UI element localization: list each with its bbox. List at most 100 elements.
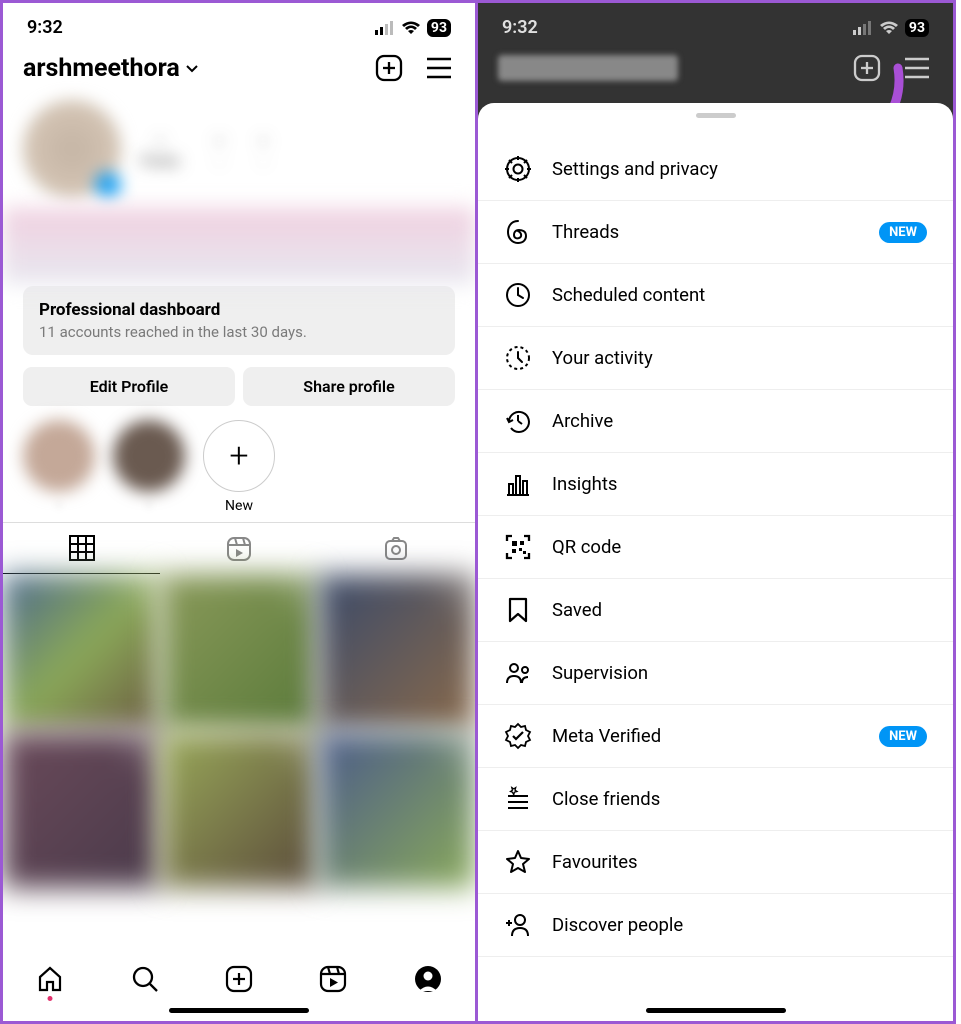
action-buttons: Edit Profile Share profile: [3, 367, 475, 420]
settings-sheet: Settings and privacy Threads NEW Scheduled …: [478, 103, 953, 1021]
following-stat[interactable]: --: [259, 128, 267, 170]
nav-reels[interactable]: [319, 965, 347, 993]
closefriends-icon: [504, 785, 532, 813]
menu-item-star[interactable]: Favourites: [478, 831, 953, 894]
menu-item-verified[interactable]: Meta Verified NEW: [478, 705, 953, 768]
posts-stat[interactable]: -Posts: [141, 128, 179, 170]
tab-grid[interactable]: [3, 523, 160, 574]
post-thumbnail[interactable]: [161, 732, 317, 888]
menu-item-qr[interactable]: QR code: [478, 516, 953, 579]
menu-item-label: Supervision: [552, 662, 648, 684]
hamburger-icon: [426, 57, 452, 79]
create-button[interactable]: [373, 52, 405, 84]
plus-square-icon: [375, 54, 403, 82]
highlights-row: · · +New: [3, 420, 475, 522]
nav-profile[interactable]: [414, 965, 442, 993]
plus-square-icon: [853, 54, 881, 82]
menu-item-insights[interactable]: Insights: [478, 453, 953, 516]
archive-icon: [504, 407, 532, 435]
hamburger-icon: [904, 57, 930, 79]
search-icon: [131, 965, 159, 993]
menu-item-gear[interactable]: Settings and privacy: [478, 138, 953, 201]
home-indicator: [169, 1008, 309, 1013]
stats: -Posts -- --: [141, 128, 455, 170]
battery-badge: 93: [905, 19, 929, 37]
home-icon: [36, 965, 64, 993]
profile-screen: 9:32 93 arshmeethora -Posts -- --: [0, 0, 478, 1024]
wifi-icon: [879, 21, 899, 35]
supervision-icon: [504, 659, 532, 687]
highlight-new[interactable]: +New: [203, 420, 275, 514]
bio-section: [3, 208, 475, 284]
create-button[interactable]: [851, 52, 883, 84]
menu-item-saved[interactable]: Saved: [478, 579, 953, 642]
content-tabs: [3, 522, 475, 574]
menu-item-closefriends[interactable]: Close friends: [478, 768, 953, 831]
insights-icon: [504, 470, 532, 498]
new-badge: NEW: [879, 222, 927, 243]
drag-handle[interactable]: [696, 113, 736, 118]
reels-icon: [226, 536, 252, 562]
tab-tagged[interactable]: [318, 523, 475, 574]
dashboard-title: Professional dashboard: [39, 300, 439, 320]
menu-item-label: Favourites: [552, 851, 638, 873]
menu-item-label: Threads: [552, 221, 619, 243]
plus-icon: +: [203, 420, 275, 492]
menu-item-label: Settings and privacy: [552, 158, 718, 180]
menu-item-label: Discover people: [552, 914, 683, 936]
menu-item-label: Insights: [552, 473, 617, 495]
reels-icon: [319, 965, 347, 993]
followers-stat[interactable]: --: [215, 128, 223, 170]
menu-item-label: Close friends: [552, 788, 660, 810]
menu-sheet-screen: 9:32 93 Settings and privacy Threads NEW Sc…: [478, 0, 956, 1024]
signal-icon: [853, 21, 873, 35]
avatar[interactable]: [23, 100, 121, 198]
menu-item-label: Meta Verified: [552, 725, 661, 747]
discover-icon: [504, 911, 532, 939]
menu-item-label: Your activity: [552, 347, 653, 369]
menu-item-archive[interactable]: Archive: [478, 390, 953, 453]
grid-icon: [69, 535, 95, 561]
highlight-item[interactable]: ·: [113, 420, 185, 514]
menu-item-discover[interactable]: Discover people: [478, 894, 953, 957]
saved-icon: [504, 596, 532, 624]
share-profile-button[interactable]: Share profile: [243, 367, 455, 406]
profile-stats-row: -Posts -- --: [3, 96, 475, 208]
star-icon: [504, 848, 532, 876]
time: 9:32: [27, 17, 63, 38]
menu-item-threads[interactable]: Threads NEW: [478, 201, 953, 264]
edit-profile-button[interactable]: Edit Profile: [23, 367, 235, 406]
menu-button[interactable]: [901, 52, 933, 84]
clock-icon: [504, 281, 532, 309]
post-thumbnail[interactable]: [161, 574, 317, 730]
menu-item-activity[interactable]: Your activity: [478, 327, 953, 390]
highlight-item[interactable]: ·: [23, 420, 95, 514]
post-thumbnail[interactable]: [3, 732, 159, 888]
status-icons: 93: [375, 19, 451, 37]
tab-reels[interactable]: [160, 523, 317, 574]
threads-icon: [504, 218, 532, 246]
gear-icon: [504, 155, 532, 183]
nav-create[interactable]: [225, 965, 253, 993]
nav-home[interactable]: [36, 965, 64, 993]
chevron-down-icon: [184, 60, 200, 76]
menu-item-clock[interactable]: Scheduled content: [478, 264, 953, 327]
menu-button[interactable]: [423, 52, 455, 84]
post-thumbnail[interactable]: [3, 574, 159, 730]
username-dropdown[interactable]: arshmeethora: [23, 54, 200, 83]
menu-item-supervision[interactable]: Supervision: [478, 642, 953, 705]
professional-dashboard-card[interactable]: Professional dashboard 11 accounts reach…: [23, 286, 455, 355]
username-text: arshmeethora: [23, 54, 180, 83]
battery-badge: 93: [427, 19, 451, 37]
dashboard-subtitle: 11 accounts reached in the last 30 days.: [39, 323, 439, 341]
post-thumbnail[interactable]: [319, 732, 475, 888]
post-thumbnail[interactable]: [319, 574, 475, 730]
nav-search[interactable]: [131, 965, 159, 993]
activity-icon: [504, 344, 532, 372]
tagged-icon: [383, 536, 409, 562]
new-badge: NEW: [879, 726, 927, 747]
menu-item-label: Saved: [552, 599, 602, 621]
qr-icon: [504, 533, 532, 561]
time: 9:32: [502, 17, 538, 38]
menu-item-label: QR code: [552, 536, 621, 558]
